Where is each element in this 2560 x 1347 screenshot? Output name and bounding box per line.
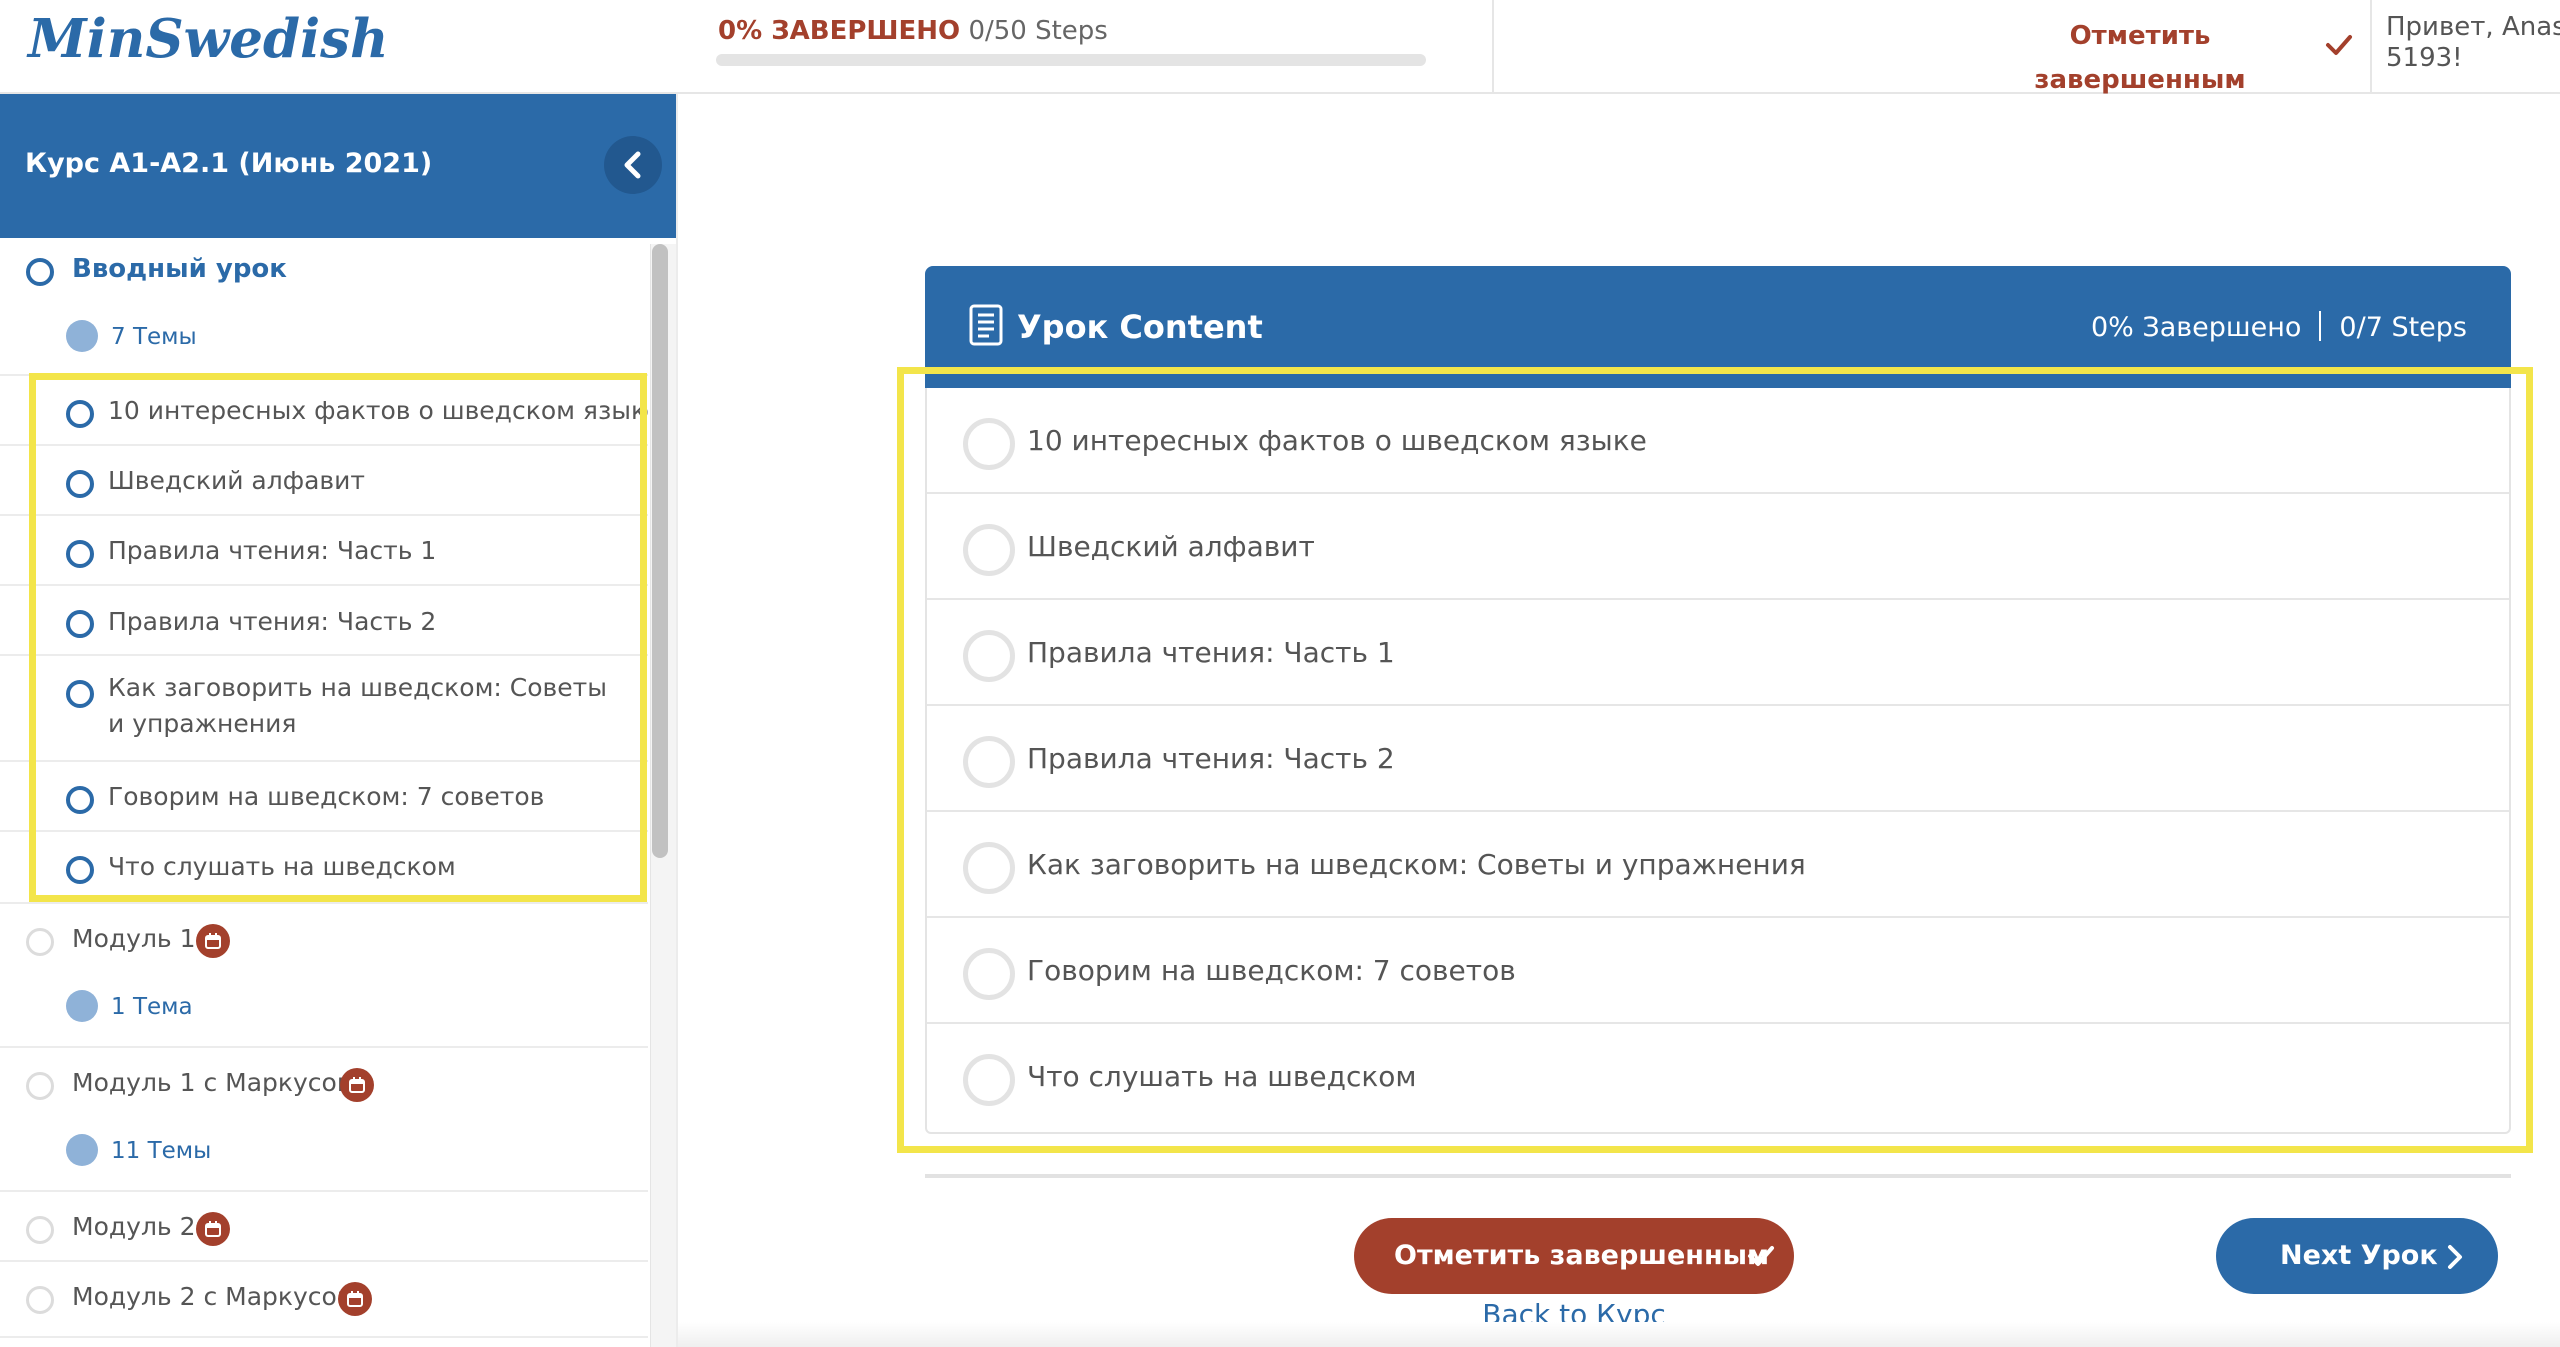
sidebar-module-item[interactable]: Модуль 1 с Маркусом bbox=[0, 1048, 648, 1114]
lesson-content-title: Урок Content bbox=[1017, 308, 1263, 346]
mark-complete-line-1: Отметить bbox=[2069, 21, 2211, 51]
mark-complete-line-2: завершенным bbox=[2034, 65, 2246, 95]
sidebar-module-item[interactable]: Модуль 2 с Маркусом bbox=[0, 1262, 648, 1338]
content-divider bbox=[925, 1174, 2511, 1178]
header-divider bbox=[2370, 0, 2372, 93]
status-circle-icon bbox=[26, 1216, 54, 1244]
top-header: MinSwedish 0% ЗАВЕРШЕНО 0/50 Steps Отмет… bbox=[0, 0, 2560, 95]
main-divider bbox=[676, 94, 678, 1347]
next-lesson-button-label: Next Урок bbox=[2280, 1240, 2438, 1271]
check-icon[interactable] bbox=[2322, 28, 2356, 62]
topic-dot-icon bbox=[66, 320, 98, 352]
chevron-left-icon bbox=[624, 151, 641, 179]
user-greeting[interactable]: Привет, Anast 5193! bbox=[2386, 12, 2560, 82]
header-divider bbox=[1492, 0, 1494, 93]
sidebar-topics-count[interactable]: 1 Тема bbox=[0, 970, 648, 1048]
sidebar-module-item[interactable]: Модуль 2 bbox=[0, 1192, 648, 1262]
collapse-sidebar-button[interactable] bbox=[604, 136, 662, 194]
calendar-icon bbox=[196, 1212, 230, 1246]
topics-count-label: 7 Темы bbox=[111, 324, 197, 350]
mark-complete-button-label: Отметить завершенным bbox=[1394, 1240, 1770, 1271]
course-header: Курс А1-А2.1 (Июнь 2021) bbox=[0, 94, 676, 238]
status-separator bbox=[2319, 311, 2322, 341]
progress-percent: 0% ЗАВЕРШЕНО bbox=[718, 16, 961, 46]
chevron-right-icon bbox=[2448, 1245, 2462, 1269]
check-icon bbox=[1748, 1246, 1774, 1266]
progress-bar bbox=[716, 54, 1426, 66]
greeting-line-2: 5193! bbox=[2386, 43, 2463, 73]
greeting-line-1: Привет, Anast bbox=[2386, 12, 2560, 42]
sidebar-module-title: Модуль 1 с Маркусом bbox=[72, 1068, 356, 1097]
sidebar-topics-count[interactable]: 7 Темы bbox=[0, 298, 648, 376]
lesson-steps-count: 0/7 Steps bbox=[2339, 312, 2467, 343]
app-root: MinSwedish 0% ЗАВЕРШЕНО 0/50 Steps Отмет… bbox=[0, 0, 2560, 1347]
sidebar-module-item[interactable]: Модуль 1 bbox=[0, 904, 648, 970]
topics-count-label: 11 Темы bbox=[111, 1138, 212, 1164]
sidebar-module-title: Модуль 2 с Маркусом bbox=[72, 1282, 356, 1311]
highlight-box-content bbox=[897, 367, 2533, 1153]
sidebar-module-title: Модуль 2 bbox=[72, 1212, 196, 1241]
topics-count-label: 1 Тема bbox=[111, 994, 193, 1020]
lesson-percent-complete: 0% Завершено bbox=[2090, 312, 2302, 343]
bottom-shadow bbox=[678, 1322, 2560, 1347]
header-mark-complete-link[interactable]: Отметить завершенным bbox=[2000, 14, 2280, 102]
next-lesson-button[interactable]: Next Урок bbox=[2216, 1218, 2498, 1294]
calendar-icon bbox=[196, 924, 230, 958]
highlight-box-sidebar bbox=[29, 373, 647, 902]
progress-steps: 0/50 Steps bbox=[968, 16, 1108, 46]
site-logo[interactable]: MinSwedish bbox=[28, 8, 389, 70]
document-icon bbox=[969, 304, 1003, 346]
topic-dot-icon bbox=[66, 1134, 98, 1166]
course-progress-label: 0% ЗАВЕРШЕНО 0/50 Steps bbox=[718, 16, 1108, 46]
topic-dot-icon bbox=[66, 990, 98, 1022]
calendar-icon bbox=[338, 1282, 372, 1316]
status-circle-icon bbox=[26, 928, 54, 956]
status-circle-icon bbox=[26, 1286, 54, 1314]
status-circle-icon bbox=[26, 258, 54, 286]
mark-complete-button[interactable]: Отметить завершенным bbox=[1354, 1218, 1794, 1294]
sidebar-topics-count[interactable]: 11 Темы bbox=[0, 1114, 648, 1192]
sidebar-lesson-title: Вводный урок bbox=[72, 254, 287, 284]
course-title[interactable]: Курс А1-А2.1 (Июнь 2021) bbox=[25, 148, 432, 179]
sidebar-lesson-intro[interactable]: Вводный урок bbox=[0, 238, 648, 298]
sidebar-module-title: Модуль 1 bbox=[72, 924, 196, 953]
lesson-content-status: 0% Завершено 0/7 Steps bbox=[2091, 311, 2467, 343]
sidebar-scrollbar-thumb[interactable] bbox=[652, 244, 668, 858]
calendar-icon bbox=[340, 1068, 374, 1102]
status-circle-icon bbox=[26, 1072, 54, 1100]
